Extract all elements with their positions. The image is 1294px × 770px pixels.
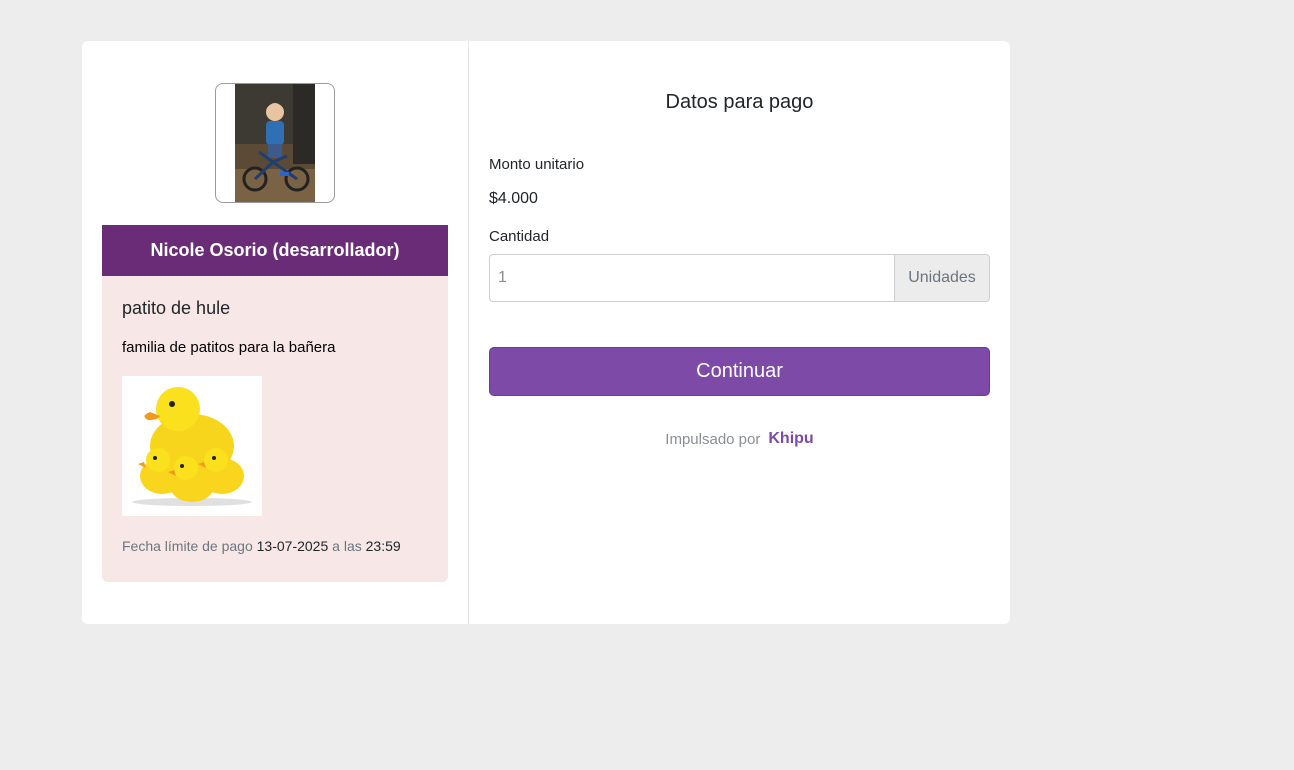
unit-amount: $4.000 (489, 190, 538, 207)
merchant-name: Nicole Osorio (desarrollador) (102, 225, 448, 276)
product-description: familia de patitos para la bañera (122, 339, 336, 356)
rubber-ducks-icon (132, 387, 252, 506)
powered-by: Impulsado por Khipu (489, 430, 990, 448)
deadline-label: Fecha límite de pago (122, 538, 253, 554)
deadline-date: 13-07-2025 (256, 538, 329, 554)
quantity-group: Unidades (489, 254, 990, 302)
powered-by-label: Impulsado por (665, 430, 761, 448)
product-name: patito de hule (122, 298, 231, 318)
deadline-time: 23:59 (365, 538, 401, 554)
quantity-label: Cantidad (489, 228, 550, 245)
merchant-avatar (215, 83, 335, 203)
quantity-unit: Unidades (895, 254, 990, 302)
unit-amount-label: Monto unitario (489, 156, 585, 173)
product-details: patito de hule familia de patitos para l… (102, 276, 448, 582)
product-image (122, 376, 262, 516)
quantity-input[interactable] (489, 254, 895, 302)
khipu-logo[interactable]: Khipu (768, 430, 813, 448)
khipu-logo-text: Khipu (768, 430, 814, 447)
continue-button[interactable]: Continuar (489, 347, 990, 396)
payment-deadline: Fecha límite de pago 13-07-2025 a las 23… (122, 538, 428, 554)
boy-on-bicycle-icon (235, 84, 315, 202)
payment-card: Nicole Osorio (desarrollador) patito de … (82, 41, 1010, 624)
merchant-panel: Nicole Osorio (desarrollador) patito de … (82, 41, 469, 624)
payment-title: Datos para pago (665, 91, 814, 113)
payment-form: Datos para pago Monto unitario $4.000 Ca… (469, 41, 1010, 624)
deadline-connector: a las (332, 538, 362, 554)
